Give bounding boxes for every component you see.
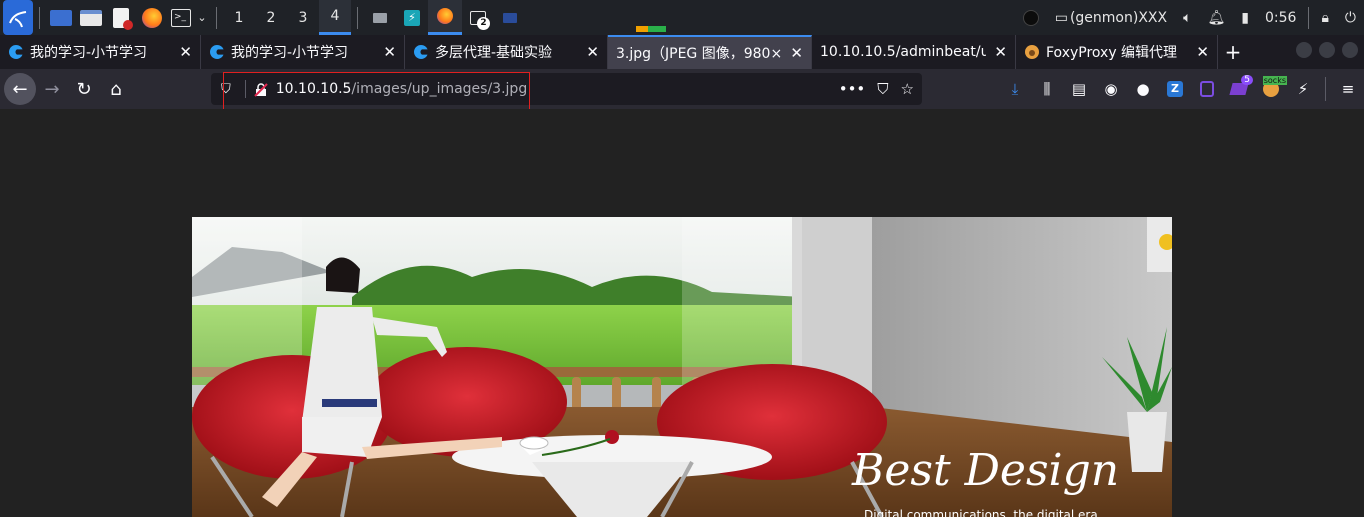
close-icon[interactable]: ✕ (586, 43, 599, 61)
window-button-firefox[interactable] (428, 0, 462, 35)
reload-button[interactable]: ↻ (68, 73, 100, 105)
url-highlight-annotation (223, 72, 530, 112)
terminal-count-badge: 2 (477, 17, 490, 30)
window-controls (1289, 42, 1358, 58)
window-button-files[interactable] (364, 0, 396, 35)
extension-puzzle-icon[interactable] (1191, 73, 1223, 105)
panel-separator (357, 6, 358, 29)
cpu-graph (526, 0, 666, 35)
tab-6[interactable]: FoxyProxy 编辑代理 ✕ (1016, 35, 1218, 69)
close-icon[interactable]: ✕ (790, 44, 803, 62)
firefox-icon[interactable] (136, 0, 168, 35)
proxy-switch-icon[interactable]: ⚡ (1287, 73, 1319, 105)
url-actions: ••• ⛉ ☆ (827, 73, 914, 105)
battery-icon[interactable]: ▮ (1241, 10, 1249, 26)
tab-title: 多层代理-基础实验 (435, 45, 553, 61)
extension-z-icon[interactable]: Z (1159, 73, 1191, 105)
downloads-icon[interactable]: ⤓ (999, 73, 1031, 105)
tab-strip: 我的学习-小节学习 ✕ 我的学习-小节学习 ✕ 多层代理-基础实验 ✕ 3.jp… (0, 35, 1364, 69)
socks-label: socks (1262, 76, 1287, 85)
account-icon[interactable]: ◉ (1095, 73, 1127, 105)
tab-title: FoxyProxy 编辑代理 (1046, 45, 1178, 61)
workspace-1[interactable]: 1 (223, 0, 255, 35)
extension-count-badge: 5 (1241, 75, 1253, 85)
extension-badge-icon[interactable]: 5 (1223, 73, 1255, 105)
page-actions-icon[interactable]: ••• (839, 80, 866, 98)
genmon-text[interactable]: (genmon)XXX (1070, 10, 1167, 26)
logout-icon[interactable]: ⏻ (1345, 10, 1356, 26)
tab-title: 我的学习-小节学习 (231, 45, 349, 61)
tab-5[interactable]: 10.10.10.5/adminbeat/up ✕ (812, 35, 1016, 69)
lock-icon[interactable]: 🔒︎ (1321, 10, 1328, 26)
edge-icon (413, 44, 429, 60)
clock[interactable]: 0:56 (1265, 10, 1296, 26)
kali-menu-icon[interactable] (3, 0, 33, 35)
workspace-3[interactable]: 3 (287, 0, 319, 35)
show-desktop-icon[interactable] (46, 0, 76, 35)
hat-icon[interactable]: ● (1127, 73, 1159, 105)
bookmark-star-icon[interactable]: ☆ (901, 80, 914, 98)
chevron-down-icon[interactable]: ⌄ (194, 0, 210, 35)
close-icon[interactable]: ✕ (1196, 43, 1209, 61)
hamburger-menu-icon[interactable]: ≡ (1332, 73, 1364, 105)
monitor-icon: ▭ (1054, 9, 1068, 26)
new-tab-button[interactable]: + (1218, 40, 1248, 64)
file-manager-icon[interactable] (76, 0, 106, 35)
window-close-button[interactable] (1342, 42, 1358, 58)
caption-title: Best Design (851, 445, 1119, 496)
close-icon[interactable]: ✕ (994, 43, 1007, 61)
sidebar-icon[interactable]: ▤ (1063, 73, 1095, 105)
tab-3[interactable]: 多层代理-基础实验 ✕ (405, 35, 608, 69)
panel-separator (39, 6, 40, 29)
tab-1[interactable]: 我的学习-小节学习 ✕ (0, 35, 201, 69)
image-viewer: Best Design Digital communications, the … (0, 109, 1364, 517)
home-button[interactable]: ⌂ (100, 73, 132, 105)
workspace-2[interactable]: 2 (255, 0, 287, 35)
forward-button[interactable]: → (36, 73, 68, 105)
back-button[interactable]: ← (4, 73, 36, 105)
system-panel: >_ ⌄ 1 2 3 4 ⚡ 2 ▭ (genmon)XXX 🔈︎ 🔔︎ ▮ 0… (0, 0, 1364, 35)
foxyproxy-toolbar-icon[interactable]: socks (1255, 73, 1287, 105)
window-button-folder[interactable] (494, 0, 526, 35)
foxyproxy-icon (1024, 44, 1040, 60)
tab-title: 3.jpg（JPEG 图像，980× (616, 46, 783, 62)
caption-subtitle: Digital communications, the digital era (864, 508, 1098, 517)
minimize-button[interactable] (1296, 42, 1312, 58)
tab-title: 我的学习-小节学习 (30, 45, 148, 61)
system-tray: ▭ (genmon)XXX 🔈︎ 🔔︎ ▮ 0:56 🔒︎ ⏻ (1015, 0, 1364, 35)
text-editor-icon[interactable] (106, 0, 136, 35)
tab-2[interactable]: 我的学习-小节学习 ✕ (201, 35, 405, 69)
library-icon[interactable]: ⫼ (1031, 73, 1063, 105)
workspace-4[interactable]: 4 (319, 0, 351, 35)
terminal-icon[interactable]: >_ (168, 0, 194, 35)
toolbar-extensions: ⤓ ⫼ ▤ ◉ ● Z 5 socks ⚡ ≡ (999, 69, 1364, 109)
displayed-image[interactable]: Best Design Digital communications, the … (192, 217, 1172, 517)
edge-icon (8, 44, 24, 60)
window-button-app[interactable]: ⚡ (396, 0, 428, 35)
close-icon[interactable]: ✕ (179, 43, 192, 61)
alien-icon[interactable] (1022, 9, 1039, 26)
close-icon[interactable]: ✕ (383, 43, 396, 61)
edge-icon (209, 44, 225, 60)
window-button-terminal[interactable]: 2 (462, 0, 494, 35)
volume-icon[interactable]: 🔈︎ (1183, 10, 1191, 26)
panel-separator (216, 6, 217, 29)
tab-title: 10.10.10.5/adminbeat/up (820, 44, 987, 60)
pocket-icon[interactable]: ⛉ (877, 80, 888, 98)
maximize-button[interactable] (1319, 42, 1335, 58)
panel-separator (1308, 6, 1310, 29)
navigation-toolbar: ← → ↻ ⌂ ⛉ 10.10.10.5/images/up_images/3.… (0, 69, 1364, 109)
tab-4-active[interactable]: 3.jpg（JPEG 图像，980× ✕ (608, 35, 812, 69)
notification-bell-icon[interactable]: 🔔︎ (1208, 10, 1226, 26)
